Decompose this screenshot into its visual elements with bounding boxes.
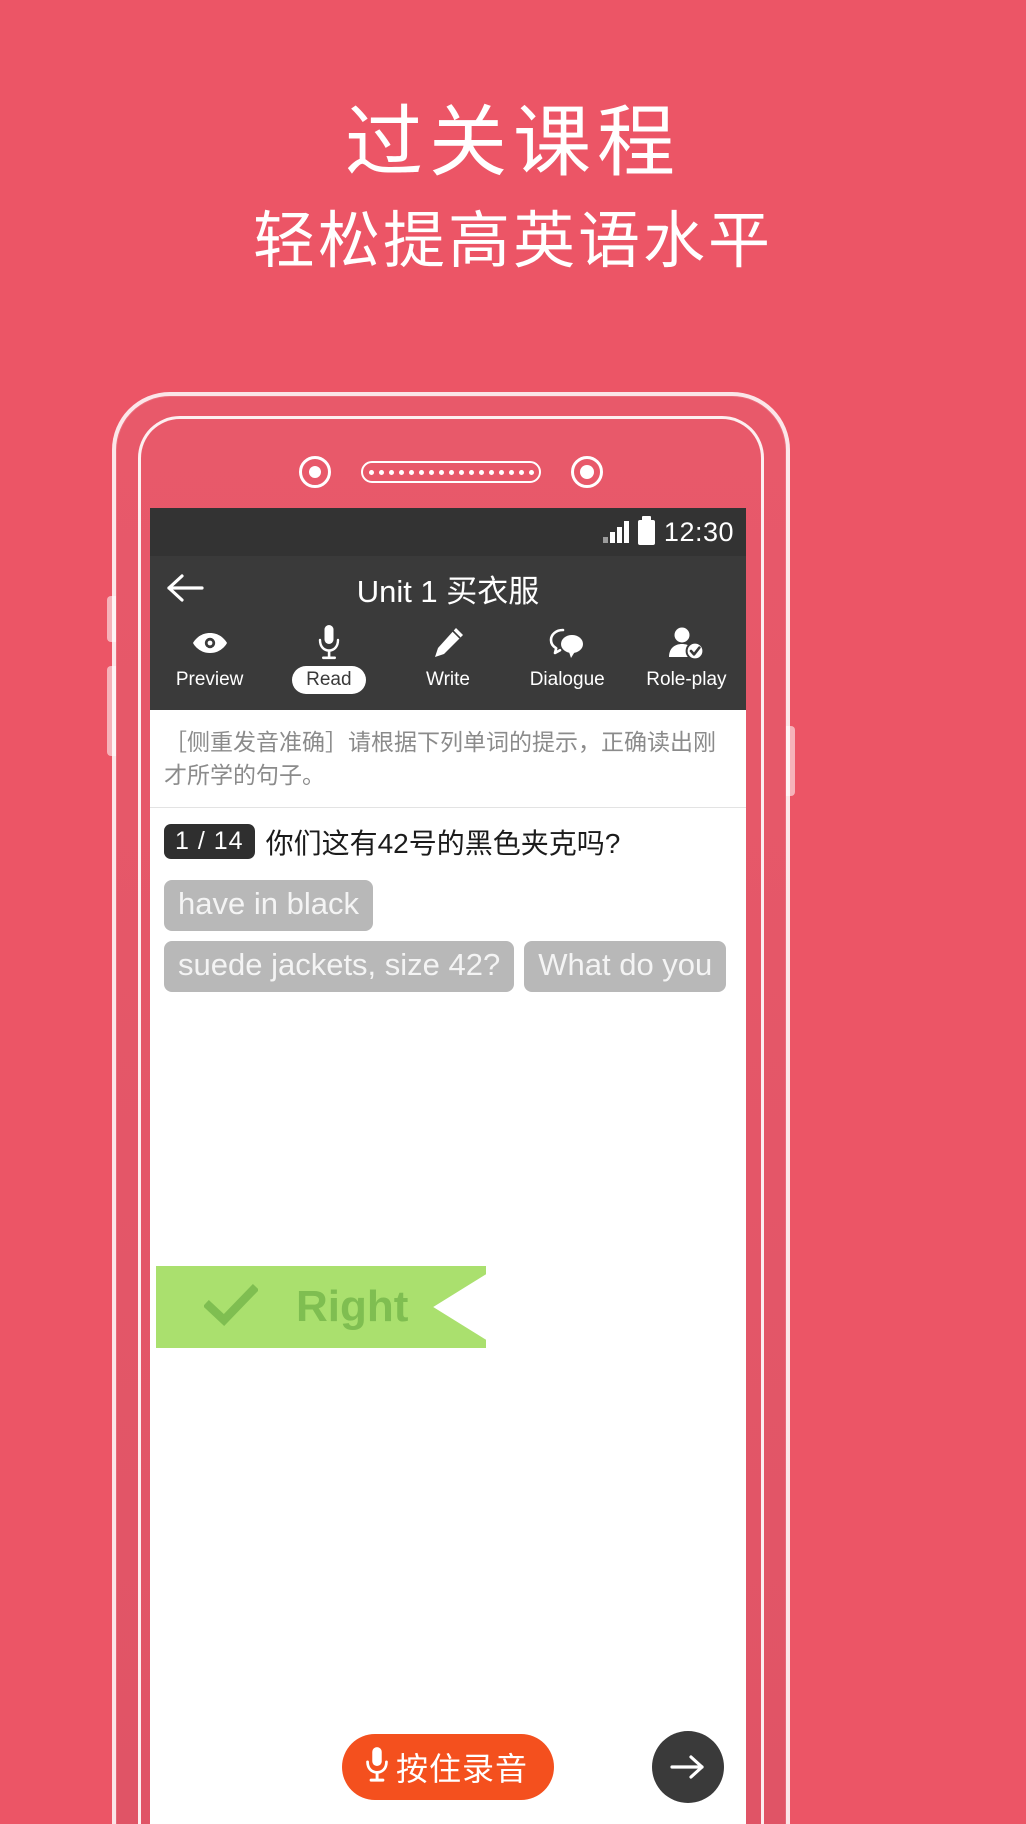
word-chip-list: have in black suede jackets, size 42? Wh…: [150, 870, 746, 992]
battery-icon: [637, 515, 655, 545]
promo-title: 过关课程: [344, 98, 681, 186]
phone-top-hardware: [116, 442, 786, 502]
page-title: Unit 1 买衣服: [356, 573, 540, 609]
word-chip[interactable]: suede jackets, size 42?: [164, 940, 515, 992]
person-check-icon: [666, 622, 706, 664]
promo-header: 过关课程 轻松提高英语水平: [0, 98, 1026, 277]
microphone-icon: [316, 622, 342, 664]
signal-bars-icon: [602, 521, 629, 543]
result-label: Right: [296, 1282, 409, 1331]
tab-read[interactable]: Read: [269, 620, 388, 704]
tab-dialogue[interactable]: Dialogue: [508, 620, 627, 704]
question-prompt: 你们这有42号的黑色夹克吗?: [265, 827, 621, 859]
arrow-right-icon: [670, 1755, 704, 1779]
status-bar: 12:30: [150, 508, 746, 556]
tab-preview-label: Preview: [175, 669, 244, 690]
front-camera-icon: [299, 456, 331, 488]
promo-subtitle: 轻松提高英语水平: [252, 206, 773, 276]
lesson-tab-bar: Preview Read Write Dialogue Role-play: [150, 620, 746, 710]
tab-role-play[interactable]: Role-play: [627, 620, 746, 704]
tab-write-label: Write: [426, 669, 470, 690]
tab-dialogue-label: Dialogue: [529, 669, 605, 690]
record-button[interactable]: 按住录音: [341, 1734, 554, 1800]
check-icon: [202, 1283, 260, 1331]
question-row: 1 / 14 你们这有42号的黑色夹克吗?: [150, 808, 746, 870]
phone-device-frame: 12:30 Unit 1 买衣服 Preview Read Write Dial…: [107, 392, 795, 1824]
tab-read-label: Read: [292, 666, 366, 694]
back-button[interactable]: [150, 556, 220, 620]
tab-write[interactable]: Write: [388, 620, 507, 704]
phone-volume-down-button[interactable]: [107, 666, 116, 756]
status-bar-clock: 12:30: [663, 516, 734, 547]
phone-volume-up-button[interactable]: [107, 596, 116, 642]
record-button-label: 按住录音: [395, 1751, 528, 1787]
back-arrow-icon: [167, 574, 204, 602]
tab-preview[interactable]: Preview: [150, 620, 269, 704]
proximity-sensor-icon: [571, 456, 603, 488]
phone-screen: 12:30 Unit 1 买衣服 Preview Read Write Dial…: [150, 508, 746, 1824]
app-title-bar: Unit 1 买衣服: [150, 556, 746, 620]
eye-icon: [191, 622, 229, 664]
bottom-control-bar: 按住录音: [150, 1708, 746, 1824]
lesson-content: ［侧重发音准确］请根据下列单词的提示，正确读出刚才所学的句子。 1 / 14 你…: [150, 710, 746, 1824]
phone-power-button[interactable]: [786, 726, 795, 796]
speech-bubbles-icon: [547, 622, 587, 664]
question-counter-badge: 1 / 14: [164, 824, 255, 860]
word-chip[interactable]: What do you: [524, 940, 727, 992]
microphone-icon: [362, 1744, 392, 1791]
result-ribbon-body: Right: [156, 1266, 486, 1348]
word-chip[interactable]: have in black: [164, 879, 373, 931]
tab-role-play-label: Role-play: [646, 669, 727, 690]
next-question-button[interactable]: [652, 1731, 724, 1803]
instruction-text: ［侧重发音准确］请根据下列单词的提示，正确读出刚才所学的句子。: [150, 710, 746, 808]
earpiece-speaker-icon: [361, 461, 541, 483]
pencil-icon: [431, 622, 465, 664]
result-ribbon: Right: [156, 1266, 486, 1348]
